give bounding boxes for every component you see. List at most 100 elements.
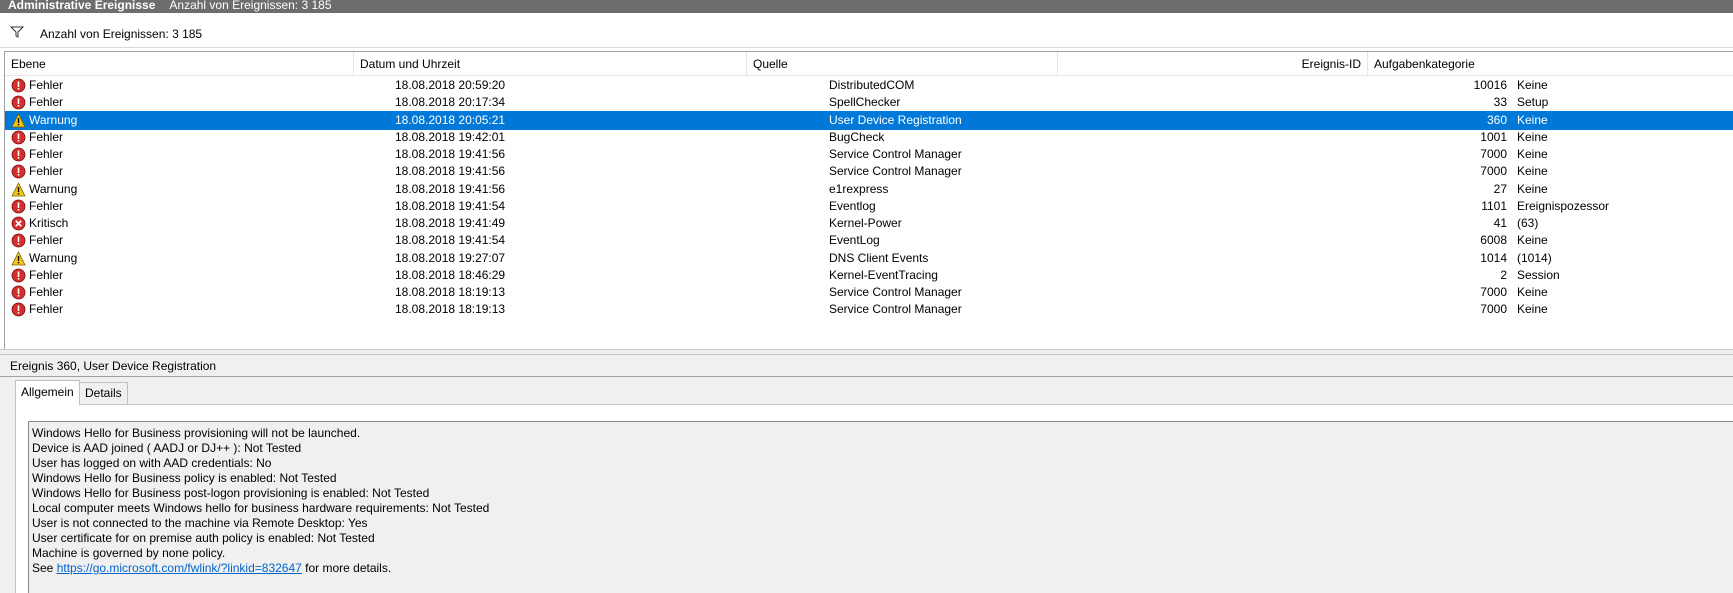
error-icon [11,78,26,93]
level-text: Fehler [29,285,64,299]
cell-source: Service Control Manager [829,285,962,299]
cell-level: Fehler [11,300,391,319]
description-line: Windows Hello for Business provisioning … [32,426,361,440]
tab-details[interactable]: Details [79,382,128,404]
event-row[interactable]: Fehler 18.08.2018 20:59:20 DistributedCOM 1… [5,76,1733,95]
error-icon [11,268,26,283]
cell-category: Setup [1517,95,1549,110]
cell-datetime: 18.08.2018 18:19:13 [395,285,506,299]
event-description[interactable]: Windows Hello for Business provisioning … [28,421,1733,593]
description-line: User certificate for on premise auth pol… [32,531,375,545]
event-row[interactable]: Fehler 18.08.2018 19:41:56 Service Control… [5,145,1733,164]
cell-level: Warnung [11,249,391,268]
event-row[interactable]: Warnung 18.08.2018 19:27:07 DNS Client Eve… [5,249,1733,268]
cell-source: Eventlog [829,198,876,213]
column-header-event-id[interactable]: Ereignis-ID [1058,52,1368,76]
cell-event-id: 360 [1486,112,1507,127]
cell-event-id: 7000 [1480,164,1507,179]
cell-level: Warnung [11,180,391,199]
filter-bar: Anzahl von Ereignissen: 3 185 [0,17,1733,48]
cell-level: Fehler [11,128,391,147]
error-icon [11,233,26,248]
column-header-datetime[interactable]: Datum und Uhrzeit [354,52,747,76]
detail-pane: Allgemein Details Windows Hello for Busi… [0,377,1733,593]
column-header-source[interactable]: Quelle [747,52,1058,76]
cell-event-id: 1101 [1481,198,1507,213]
event-list: Ebene Datum und Uhrzeit Quelle Ereignis-… [4,51,1733,349]
cell-event-id: 10016 [1473,78,1507,92]
cell-level: Fehler [11,145,391,164]
cell-level: Kritisch [11,214,391,233]
level-text: Kritisch [29,216,69,230]
error-icon [11,302,26,317]
link-suffix: for more details. [301,561,392,575]
cell-category: (63) [1517,216,1539,230]
cell-source: Kernel-Power [829,216,902,230]
cell-event-id: 33 [1493,95,1507,110]
cell-source: DNS Client Events [829,250,929,265]
column-header-level[interactable]: Ebene [5,52,354,76]
filter-event-count: Anzahl von Ereignissen: 3 185 [40,27,203,41]
column-header-category[interactable]: Aufgabenkategorie [1368,52,1733,76]
filter-icon[interactable] [10,26,24,38]
tab-allgemein[interactable]: Allgemein [15,380,80,405]
level-text: Fehler [29,233,64,248]
event-row[interactable]: Fehler 18.08.2018 20:17:34 SpellChecker 33 S… [5,93,1733,112]
cell-source: Service Control Manager [829,147,962,161]
cell-category: Ereignispozessor [1517,198,1610,213]
cell-event-id: 6008 [1480,233,1507,248]
level-text: Warnung [29,181,78,196]
more-details-link[interactable]: https://go.microsoft.com/fwlink/?linkid=… [57,561,302,575]
title-bar: Administrative Ereignisse Anzahl von Erei… [0,0,1733,13]
column-header-row: Ebene Datum und Uhrzeit Quelle Ereignis-… [5,52,1733,76]
cell-datetime: 18.08.2018 19:41:54 [395,198,506,213]
cell-datetime: 18.08.2018 18:46:29 [395,267,506,282]
cell-category: Keine [1517,147,1548,161]
cell-datetime: 18.08.2018 19:41:56 [395,147,506,161]
cell-source: SpellChecker [829,95,901,110]
event-row[interactable]: Warnung 18.08.2018 20:05:21 User Device Re… [5,110,1733,130]
warning-icon [11,250,26,265]
cell-category: Keine [1517,302,1548,317]
error-icon [11,199,26,214]
cell-event-id: 7000 [1480,302,1507,317]
cell-datetime: 18.08.2018 19:27:07 [395,250,506,265]
detail-title: Ereignis 360, User Device Registration [10,359,217,373]
cell-event-id: 1001 [1480,129,1507,144]
event-row[interactable]: Fehler 18.08.2018 18:46:29 Kernel-EventTra… [5,266,1733,285]
cell-level: Fehler [11,197,391,216]
event-row[interactable]: Fehler 18.08.2018 19:42:01 BugCheck 1001 Kei… [5,128,1733,147]
level-text: Warnung [29,250,78,265]
cell-datetime: 18.08.2018 20:59:20 [395,78,506,92]
cell-datetime: 18.08.2018 18:19:13 [395,302,506,317]
cell-category: Keine [1517,164,1548,179]
cell-category: (1014) [1517,250,1552,265]
level-text: Fehler [29,267,64,282]
cell-datetime: 18.08.2018 19:41:56 [395,181,506,196]
event-row[interactable]: Fehler 18.08.2018 18:19:13 Service Control… [5,283,1733,302]
error-icon [11,285,26,300]
cell-source: DistributedCOM [829,78,915,92]
level-text: Warnung [29,112,78,127]
level-text: Fehler [29,164,64,179]
event-row[interactable]: Fehler 18.08.2018 19:41:56 Service Control… [5,162,1733,181]
event-row[interactable]: Warnung 18.08.2018 19:41:56 e1rexpress 27 Ke… [5,180,1733,199]
event-row[interactable]: Fehler 18.08.2018 18:19:13 Service Control… [5,300,1733,319]
event-row[interactable]: Fehler 18.08.2018 19:41:54 Eventlog 1101 Ere… [5,197,1733,216]
log-title: Administrative Ereignisse [8,0,156,12]
cell-level: Fehler [11,266,391,285]
description-line: Device is AAD joined ( AADJ or DJ++ ): N… [32,441,302,455]
link-prefix: See [32,561,57,575]
cell-level: Fehler [11,162,391,181]
cell-level: Fehler [11,76,391,95]
cell-event-id: 27 [1493,181,1507,196]
level-text: Fehler [29,302,64,317]
event-row[interactable]: Fehler 18.08.2018 19:41:54 EventLog 6008 Kei… [5,231,1733,250]
cell-event-id: 41 [1493,216,1507,230]
cell-category: Keine [1517,285,1548,299]
detail-header: Ereignis 360, User Device Registration [0,355,1733,377]
cell-event-id: 1014 [1480,250,1507,265]
event-row[interactable]: Kritisch 18.08.2018 19:41:49 Kernel-Power 4… [5,214,1733,233]
cell-datetime: 18.08.2018 20:17:34 [395,95,506,110]
description-line: Local computer meets Windows hello for b… [32,501,490,515]
